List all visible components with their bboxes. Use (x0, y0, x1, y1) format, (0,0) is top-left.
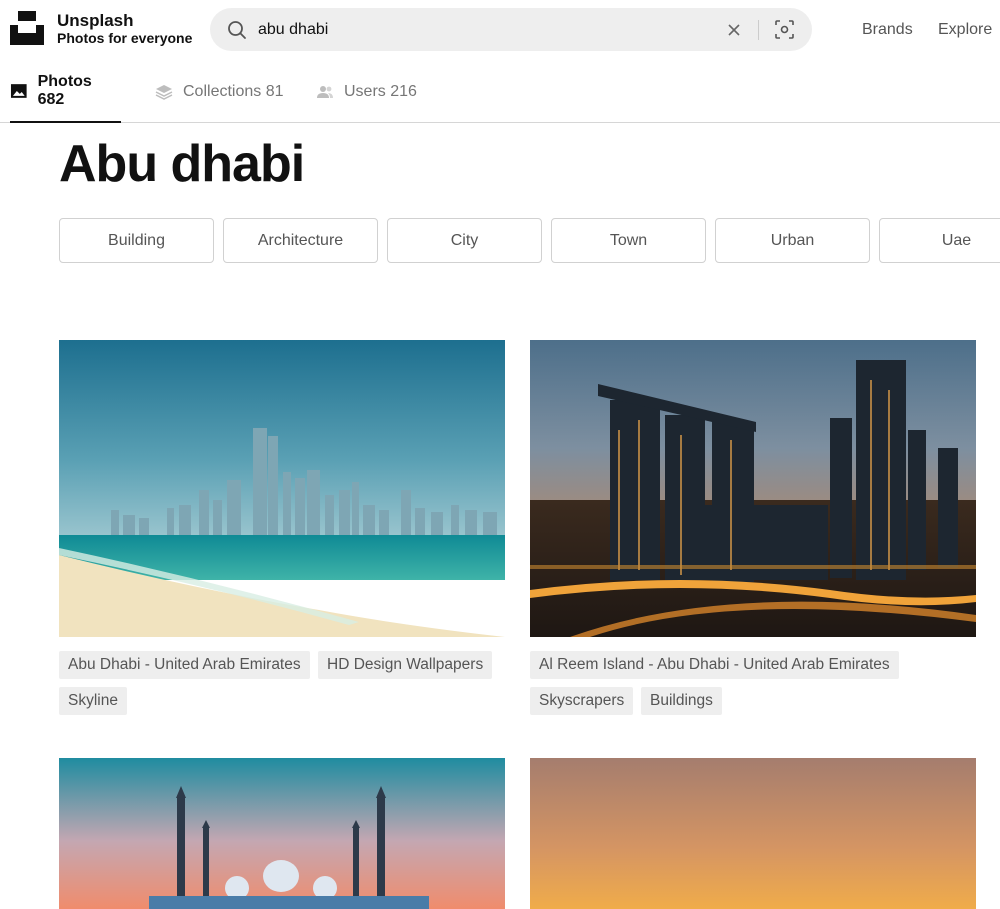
photo-tag[interactable]: Abu Dhabi - United Arab Emirates (59, 651, 310, 679)
tab-photos-label: Photos 682 (37, 72, 92, 108)
clear-search-icon[interactable] (724, 20, 744, 40)
search-icon[interactable] (227, 20, 247, 40)
page-title: Abu dhabi (59, 135, 305, 193)
search-tabs: Photos 682 Collections 81 Users 216 (0, 60, 1000, 123)
related-chip[interactable]: Town (551, 218, 706, 263)
photo-tag[interactable]: Skyline (59, 687, 127, 715)
image-icon (10, 83, 27, 98)
related-chip[interactable]: City (387, 218, 542, 263)
tab-collections-label: Collections 81 (183, 82, 284, 100)
photo-sunset[interactable] (530, 758, 976, 909)
visual-search-icon[interactable] (774, 19, 795, 40)
search-divider (758, 20, 759, 40)
tab-photos[interactable]: Photos 682 (10, 60, 121, 123)
top-header: Unsplash Photos for everyone Brands Expl… (0, 0, 1000, 60)
photo-tag[interactable]: Skyscrapers (530, 687, 634, 715)
photo-reem-island[interactable] (530, 340, 976, 637)
brand-name[interactable]: Unsplash (57, 11, 134, 31)
related-chip[interactable]: Urban (715, 218, 870, 263)
photo-tag[interactable]: HD Design Wallpapers (318, 651, 493, 679)
related-chip[interactable]: Uae (879, 218, 1000, 263)
nav-brands[interactable]: Brands (862, 20, 913, 40)
search-bar[interactable] (210, 8, 812, 51)
tab-users[interactable]: Users 216 (316, 60, 417, 123)
photo-mosque[interactable] (59, 758, 505, 909)
photo-skyline-beach[interactable] (59, 340, 505, 637)
photo-tag[interactable]: Buildings (641, 687, 722, 715)
unsplash-logo[interactable] (10, 11, 44, 45)
related-chip[interactable]: Architecture (223, 218, 378, 263)
tab-users-label: Users 216 (344, 82, 417, 100)
photo-tag[interactable]: Al Reem Island - Abu Dhabi - United Arab… (530, 651, 899, 679)
brand-tagline: Photos for everyone (57, 30, 193, 46)
tab-collections[interactable]: Collections 81 (155, 60, 284, 123)
stack-icon (155, 84, 173, 100)
related-chip[interactable]: Building (59, 218, 214, 263)
users-icon (317, 85, 333, 98)
nav-explore[interactable]: Explore (938, 20, 992, 40)
search-input[interactable] (258, 16, 718, 43)
